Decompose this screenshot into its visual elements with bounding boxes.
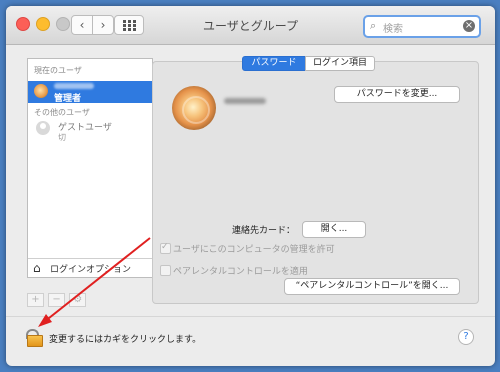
allow-admin-label: ユーザにこのコンピュータの管理を許可: [173, 245, 335, 255]
guest-status: 切: [58, 133, 66, 142]
user-list-buttons: + − ⚙: [27, 287, 87, 307]
allow-admin-checkbox[interactable]: [160, 242, 171, 254]
remove-user-button[interactable]: −: [48, 293, 66, 307]
lock-message: 変更するにはカギをクリックします。: [49, 335, 202, 345]
gear-icon[interactable]: ⚙: [69, 293, 87, 307]
title-bar: ‹ › ユーザとグループ ⌕ 検索 ×: [6, 6, 495, 45]
parental-controls-label: ペアレンタルコントロールを適用: [173, 267, 308, 277]
open-contact-card-button[interactable]: 開く...: [302, 221, 366, 238]
change-password-button[interactable]: パスワードを変更...: [334, 86, 460, 103]
open-parental-controls-button[interactable]: “ペアレンタルコントロール”を開く...: [284, 278, 460, 295]
redacted-full-name: [224, 98, 266, 104]
tab-password[interactable]: パスワード: [242, 56, 306, 71]
user-role: 管理者: [54, 94, 82, 104]
user-list-item-current[interactable]: 管理者: [28, 81, 152, 104]
rose-image-detail: [182, 96, 210, 124]
help-button[interactable]: ?: [458, 329, 474, 345]
login-options-label: ログインオプション: [50, 265, 132, 275]
redacted-user-name: [54, 83, 94, 89]
users-groups-window: ‹ › ユーザとグループ ⌕ 検索 × 現在のユーザ 管理者 その他のユーザ ゲ…: [6, 6, 495, 366]
clear-search-icon[interactable]: ×: [463, 20, 475, 32]
guest-name: ゲストユーザ: [58, 123, 112, 133]
user-avatar: [34, 84, 48, 98]
guest-avatar: [36, 121, 50, 135]
other-users-header: その他のユーザ: [34, 108, 90, 117]
add-user-button[interactable]: +: [27, 293, 44, 307]
search-placeholder: 検索: [383, 24, 403, 35]
house-icon: ⌂: [33, 261, 41, 275]
user-list: 現在のユーザ 管理者 その他のユーザ ゲストユーザ 切 ⌂ ログインオプション: [27, 58, 153, 278]
parental-controls-checkbox[interactable]: [160, 265, 171, 276]
divider: [6, 316, 495, 317]
lock-icon[interactable]: [26, 329, 43, 347]
tab-login-items[interactable]: ログイン項目: [305, 56, 375, 71]
login-options-item[interactable]: ⌂ ログインオプション: [28, 258, 152, 277]
search-field[interactable]: ⌕ 検索 ×: [363, 15, 481, 38]
contact-card-label: 連絡先カード：: [232, 226, 296, 236]
search-icon: ⌕: [370, 19, 377, 32]
current-users-header: 現在のユーザ: [34, 66, 82, 75]
